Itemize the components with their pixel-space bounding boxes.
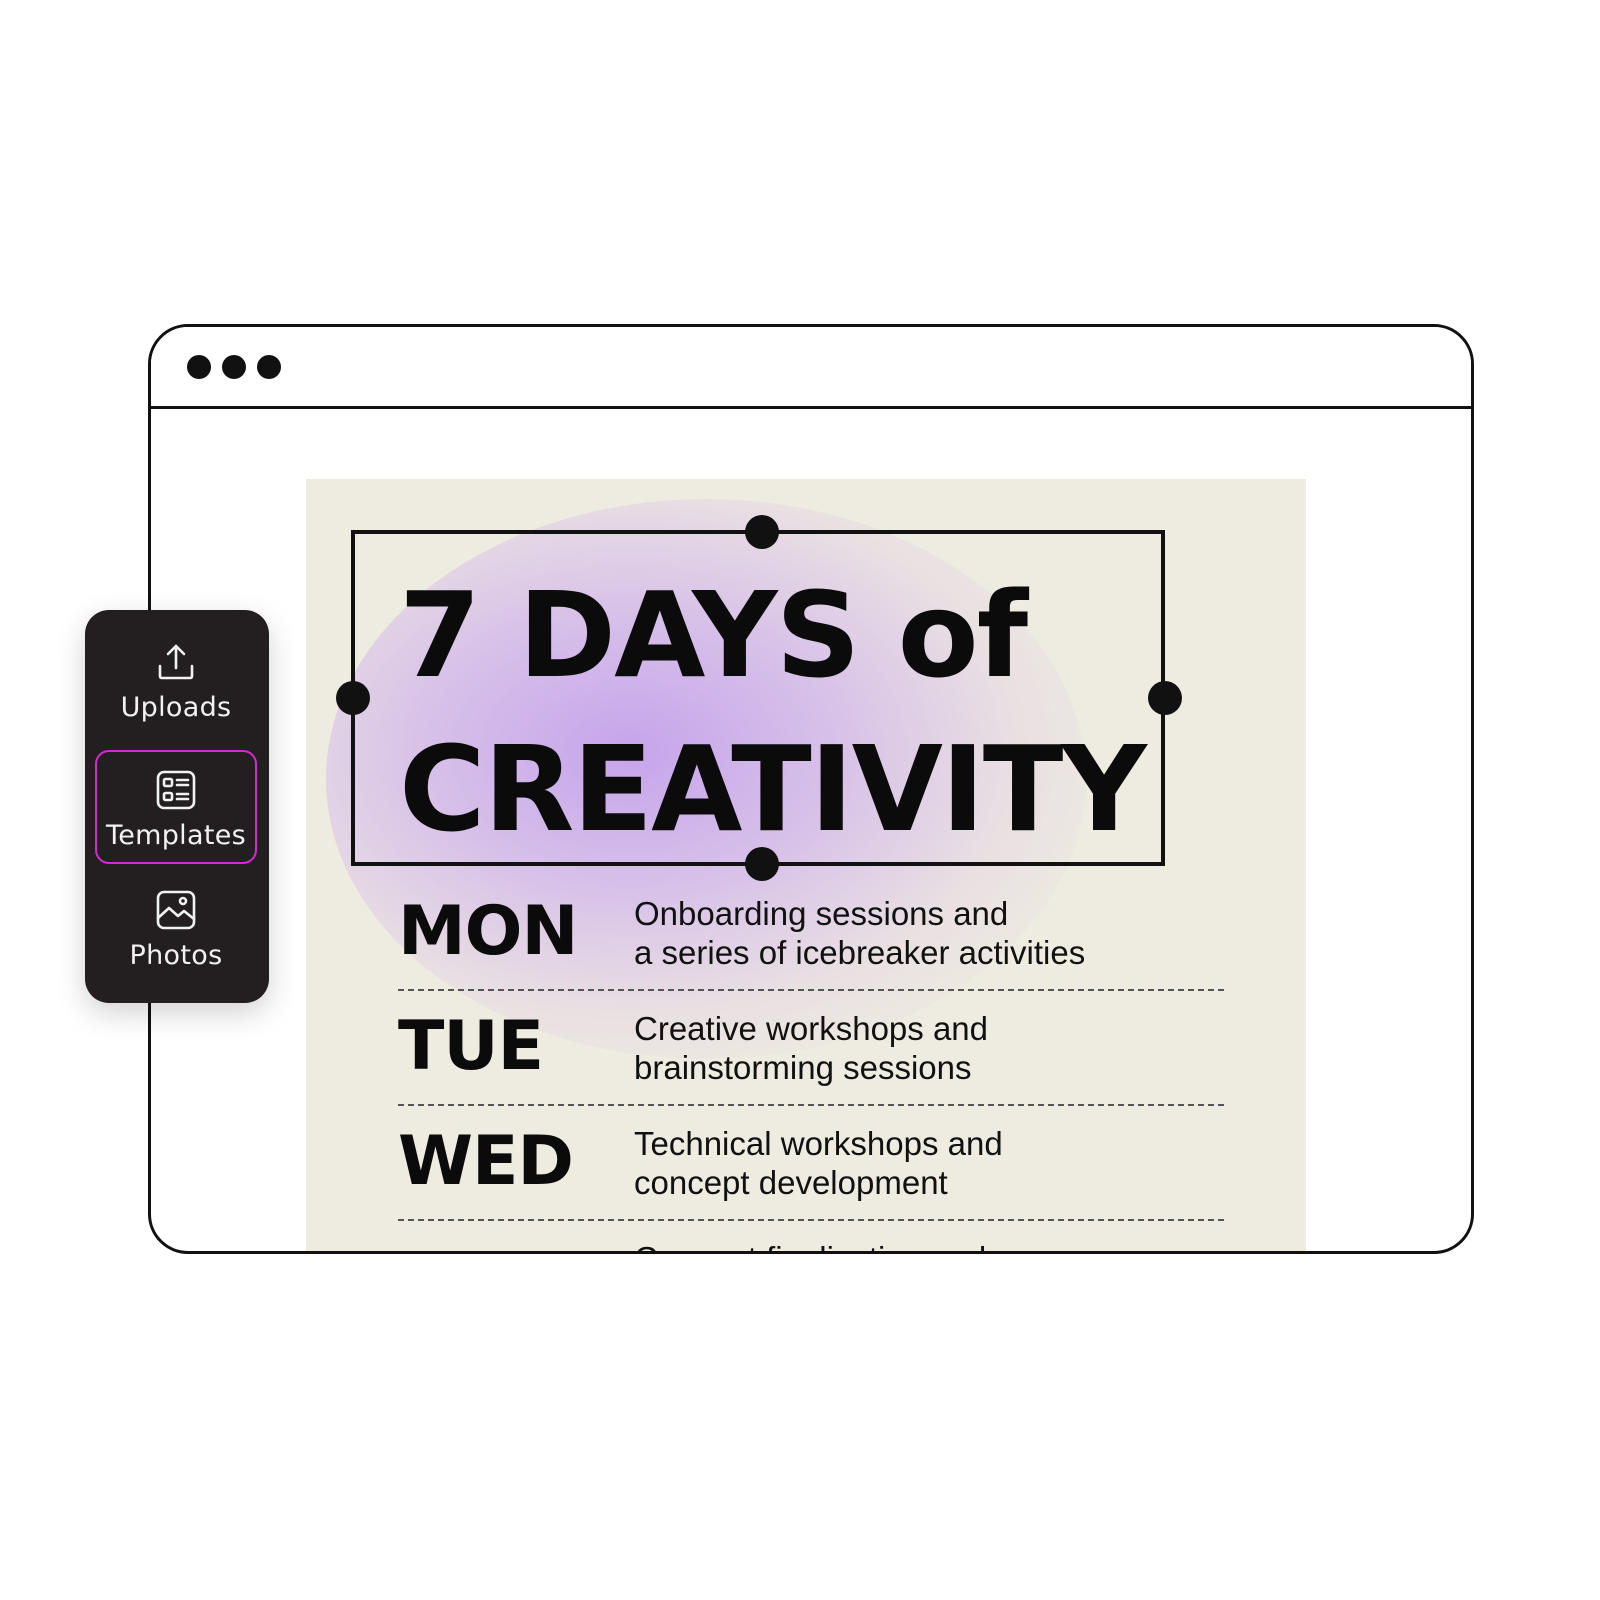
photo-icon bbox=[156, 890, 196, 930]
sidebar-item-photos[interactable]: Photos bbox=[95, 870, 257, 984]
upload-icon bbox=[158, 644, 194, 680]
sidebar-item-templates[interactable]: Templates bbox=[95, 750, 257, 864]
title-bar bbox=[151, 327, 1471, 409]
schedule-description: Technical workshops and concept developm… bbox=[634, 1125, 1003, 1201]
schedule-row[interactable]: Concept finalization and bbox=[398, 1221, 1224, 1251]
selected-title-textbox[interactable]: 7 DAYS of CREATIVITY bbox=[336, 515, 1182, 881]
schedule-description: Onboarding sessions and a series of iceb… bbox=[634, 895, 1086, 971]
window-dot-icon[interactable] bbox=[187, 355, 211, 379]
browser-window: 7 DAYS of CREATIVITY MON Onboarding sess… bbox=[148, 324, 1474, 1254]
schedule-day: MON bbox=[398, 892, 578, 971]
schedule-description: Creative workshops and brainstorming ses… bbox=[634, 1010, 989, 1086]
design-canvas[interactable]: 7 DAYS of CREATIVITY MON Onboarding sess… bbox=[306, 479, 1306, 1251]
schedule-description: Concept finalization and bbox=[634, 1239, 986, 1251]
poster-title-line-2: CREATIVITY bbox=[399, 720, 1147, 858]
resize-handle-right[interactable] bbox=[1148, 681, 1182, 715]
poster-title-line-1: 7 DAYS of bbox=[399, 566, 1028, 704]
sidebar-item-label: Photos bbox=[129, 940, 223, 971]
schedule-day: TUE bbox=[398, 1007, 544, 1086]
schedule-row[interactable]: TUE Creative workshops and brainstorming… bbox=[398, 991, 1224, 1106]
sidebar-item-uploads[interactable]: Uploads bbox=[95, 622, 257, 736]
resize-handle-top[interactable] bbox=[745, 515, 779, 549]
resize-handle-left[interactable] bbox=[336, 681, 370, 715]
sidebar-item-label: Uploads bbox=[120, 692, 232, 723]
schedule-day: WED bbox=[398, 1122, 574, 1201]
sidebar-item-label: Templates bbox=[106, 820, 246, 851]
schedule-row[interactable]: WED Technical workshops and concept deve… bbox=[398, 1106, 1224, 1221]
templates-icon bbox=[156, 770, 196, 810]
side-toolbar: Uploads Templates Photos bbox=[85, 610, 269, 1003]
schedule-row[interactable]: MON Onboarding sessions and a series of … bbox=[398, 876, 1224, 991]
window-dot-icon[interactable] bbox=[257, 355, 281, 379]
window-dot-icon[interactable] bbox=[222, 355, 246, 379]
